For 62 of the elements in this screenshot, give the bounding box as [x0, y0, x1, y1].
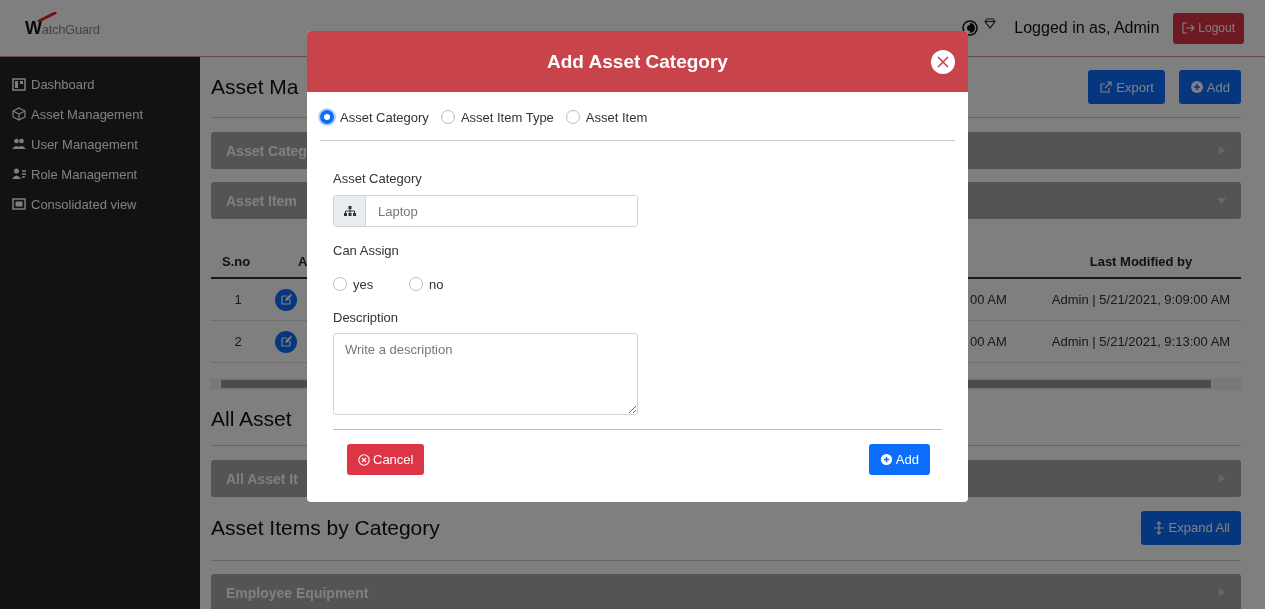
cancel-circle-icon — [358, 453, 370, 466]
dialog-title: Add Asset Category — [547, 50, 728, 73]
expand-icon — [1151, 520, 1166, 535]
radio-button[interactable] — [565, 110, 580, 124]
cancel-button[interactable]: Cancel — [347, 444, 425, 475]
column-header: Last Modified by — [1089, 254, 1193, 269]
column-header: S.no — [222, 254, 251, 269]
table-cell: 2 — [234, 334, 242, 349]
calendar-icon — [12, 77, 26, 91]
add-button[interactable]: Add — [868, 444, 930, 475]
close-icon — [937, 56, 949, 68]
sidebar-item[interactable]: Role Management — [0, 159, 200, 189]
sidebar-item[interactable]: User Management — [0, 129, 200, 159]
hierarchy-icon — [343, 206, 356, 216]
plus-circle-icon — [879, 453, 893, 466]
diamond-icon[interactable] — [984, 17, 997, 29]
table-cell: Admin | 5/21/2021, 9:09:00 AM — [1051, 292, 1231, 307]
radio-button[interactable] — [409, 277, 423, 291]
radio-label: yes — [353, 276, 374, 292]
logout-icon — [1182, 22, 1196, 34]
text-field[interactable]: Laptop — [333, 195, 638, 227]
sidebar-item[interactable]: Dashboard — [0, 69, 200, 99]
logout-button[interactable]: Logout — [1173, 12, 1244, 44]
field-label: Description — [333, 309, 400, 327]
field-label: Asset Category — [333, 170, 423, 188]
section-heading: Asset Ma — [211, 75, 299, 99]
user-label: Logged in as, Admin — [1014, 19, 1160, 37]
section-heading: Asset Items by Category — [211, 515, 440, 540]
sidebar-item[interactable]: Consolidated view — [0, 189, 200, 219]
column-header: A — [298, 254, 308, 269]
edit-button[interactable] — [275, 330, 297, 353]
theme-toggle-icon[interactable] — [962, 20, 979, 36]
close-button[interactable] — [931, 50, 955, 74]
expand-button[interactable]: Expand All — [1140, 510, 1241, 545]
radio-button[interactable] — [333, 277, 347, 291]
monitor-icon — [12, 197, 26, 211]
description-field[interactable]: Write a description — [333, 333, 638, 415]
table-cell: 1 — [234, 292, 242, 307]
sidebar-item[interactable]: Asset Management — [0, 99, 200, 129]
plus-circle-icon — [1189, 80, 1204, 94]
radio-label: Asset Item Type — [460, 109, 554, 125]
logo: WatchGuard — [25, 17, 100, 39]
edit-icon — [280, 336, 292, 347]
radio-label: no — [429, 276, 444, 292]
radio-label: Asset Item — [585, 109, 648, 125]
cube-icon — [12, 107, 26, 121]
users-icon — [12, 137, 26, 151]
export-icon — [1099, 80, 1114, 94]
radio-label: Asset Category — [340, 109, 429, 125]
table-cell: Admin | 5/21/2021, 9:13:00 AM — [1051, 334, 1231, 349]
user-list-icon — [12, 167, 26, 181]
table-cell: 00 AM — [970, 334, 1007, 349]
field-label: Can Assign — [333, 242, 400, 260]
radio-button[interactable] — [440, 110, 455, 124]
section-heading: All Asset — [211, 407, 292, 431]
export-button[interactable]: Export — [1088, 70, 1165, 104]
edit-icon — [280, 294, 292, 305]
table-cell: 00 AM — [970, 292, 1007, 307]
add-button[interactable]: Add — [1178, 70, 1241, 104]
radio-button[interactable] — [320, 110, 334, 124]
swoosh-icon — [37, 11, 57, 22]
edit-button[interactable] — [275, 288, 297, 311]
